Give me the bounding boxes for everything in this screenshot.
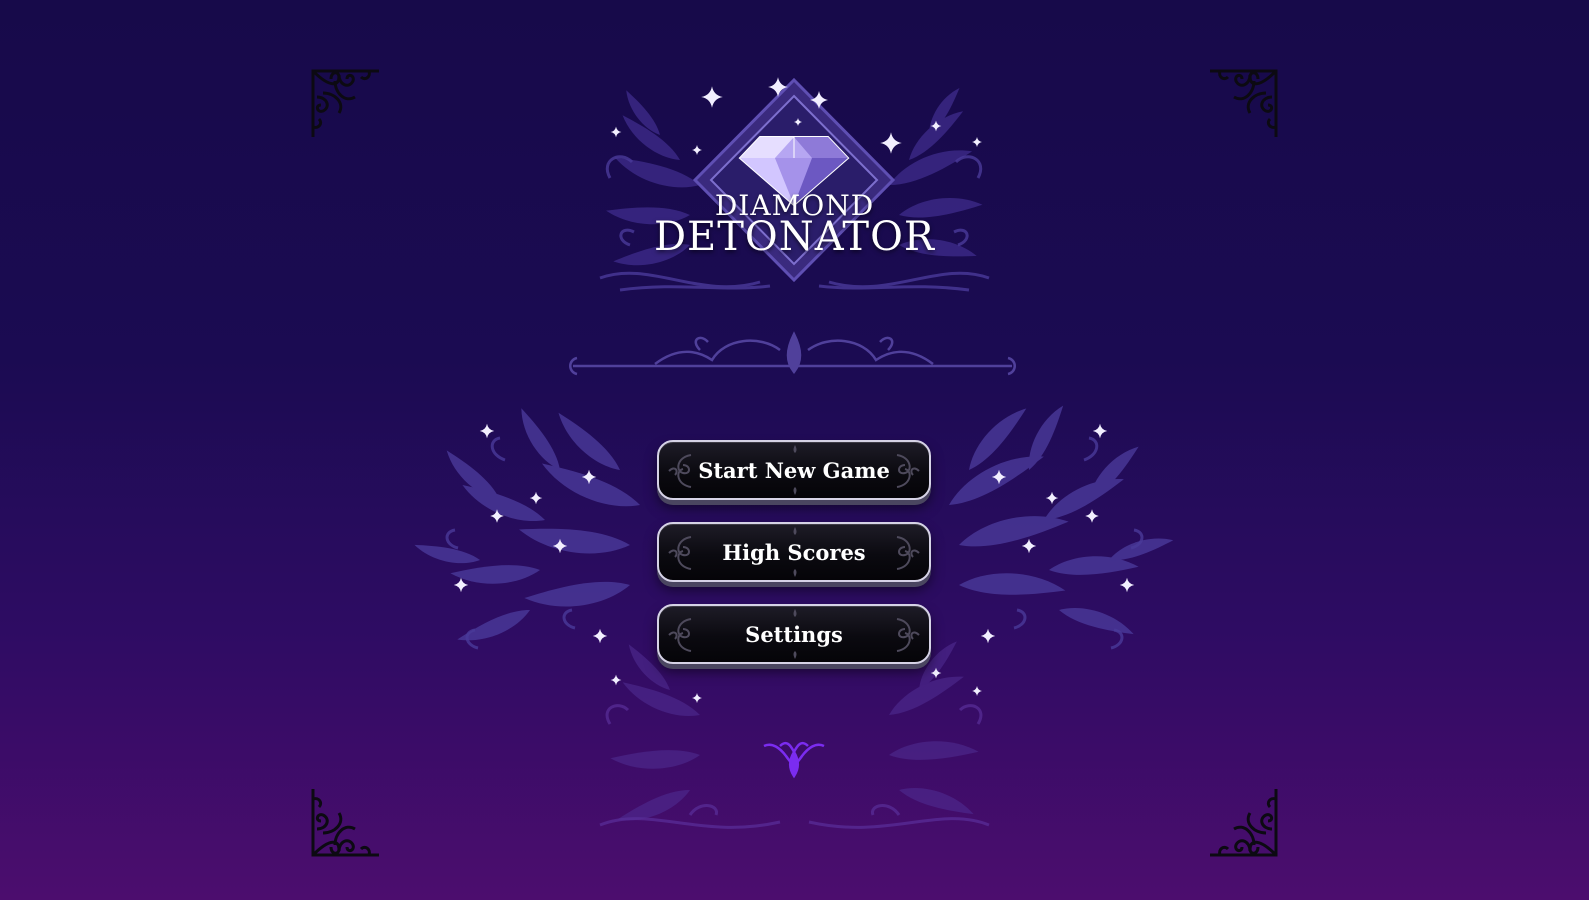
tiny-fleur-icon [793,487,797,495]
divider-ornament [569,331,1016,376]
scroll-ornament-icon [668,618,692,652]
high-scores-button[interactable]: High Scores [657,522,931,582]
tiny-fleur-icon [793,445,797,453]
filigree-corner-icon [311,789,379,857]
start-new-game-label: Start New Game [698,457,890,483]
tiny-fleur-icon [793,651,797,659]
fleur-ornament-icon [763,741,825,779]
filigree-corner-icon [311,69,379,137]
menu-wings-right [942,401,1175,641]
filigree-corner-icon [1210,789,1278,857]
tiny-fleur-icon [793,569,797,577]
scroll-ornament-icon [896,454,920,488]
tiny-fleur-icon [793,527,797,535]
start-new-game-button[interactable]: Start New Game [657,440,931,500]
menu-wings-left [412,404,643,649]
game-title-line2: DETONATOR [653,214,936,260]
high-scores-label: High Scores [722,539,866,565]
scroll-ornament-icon [668,536,692,570]
scroll-ornament-icon [668,454,692,488]
tiny-fleur-icon [793,609,797,617]
filigree-corner-icon [1210,69,1278,137]
bottom-wings [610,636,979,829]
settings-label: Settings [745,621,843,647]
scroll-ornament-icon [896,536,920,570]
scroll-ornament-icon [896,618,920,652]
settings-button[interactable]: Settings [657,604,931,664]
